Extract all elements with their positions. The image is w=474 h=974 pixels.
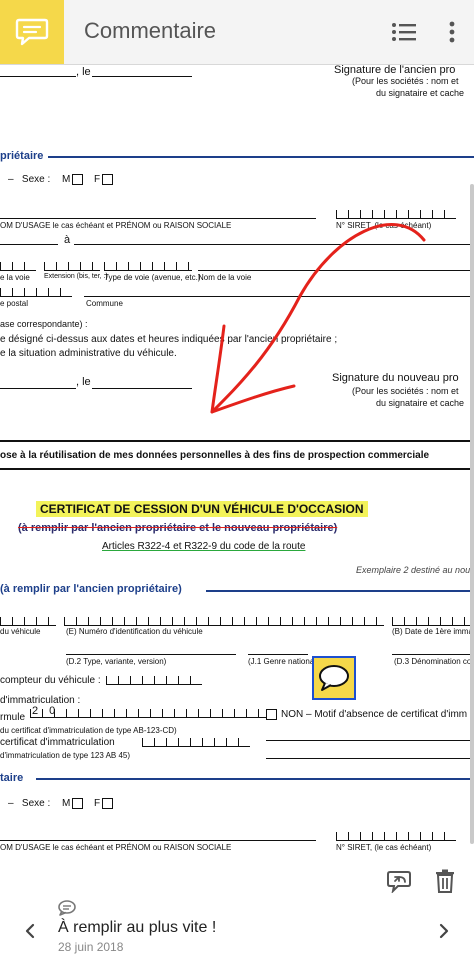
comment-date: 28 juin 2018 [58, 940, 124, 954]
comment-type-icon [58, 900, 76, 916]
document-view[interactable]: , le Signature de l'ancien pro (Pour les… [0, 64, 474, 862]
app-bar: Commentaire [0, 0, 474, 65]
speech-bubble-icon [15, 18, 49, 46]
speech-bubble-icon [319, 665, 349, 691]
app-title: Commentaire [84, 18, 217, 43]
trash-icon [436, 869, 454, 893]
comment-marker[interactable] [312, 656, 356, 700]
list-icon [392, 23, 416, 41]
chevron-left-icon [25, 923, 35, 939]
previous-comment-button[interactable] [20, 918, 40, 944]
arrow-annotation-icon[interactable] [0, 64, 474, 862]
comment-title: À remplir au plus vite ! [58, 919, 217, 936]
more-button[interactable] [436, 16, 468, 48]
more-vert-icon [449, 21, 455, 43]
comment-panel: À remplir au plus vite ! 28 juin 2018 [0, 862, 474, 974]
delete-button[interactable] [430, 866, 460, 896]
reply-bubble-icon [387, 871, 411, 893]
scrollbar-thumb[interactable] [470, 184, 474, 844]
comment-bubble-button[interactable] [0, 0, 64, 64]
list-button[interactable] [388, 16, 420, 48]
chevron-right-icon [439, 923, 449, 939]
next-comment-button[interactable] [434, 918, 454, 944]
reply-button[interactable] [384, 866, 414, 896]
